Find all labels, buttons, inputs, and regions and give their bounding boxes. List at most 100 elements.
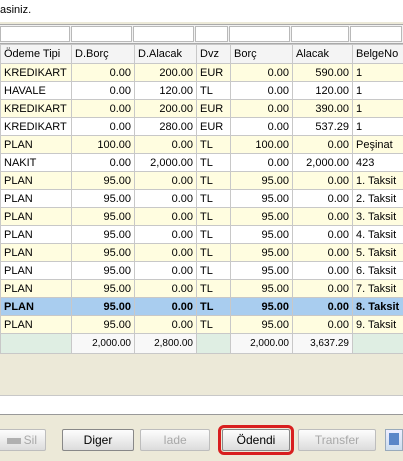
dborc-cell[interactable]: 95.00: [72, 172, 135, 190]
dvz-cell[interactable]: EUR: [197, 64, 231, 82]
dalacak-cell[interactable]: 0.00: [135, 262, 197, 280]
alacak-cell[interactable]: 0.00: [293, 208, 353, 226]
belgeno-cell[interactable]: 6. Taksit: [353, 262, 403, 280]
borc-cell[interactable]: 95.00: [231, 226, 293, 244]
dborc-cell[interactable]: 95.00: [72, 190, 135, 208]
odeme-tipi-cell[interactable]: PLAN: [1, 262, 72, 280]
odeme-tipi-cell[interactable]: PLAN: [1, 298, 72, 316]
col-header-dborc[interactable]: D.Borç: [72, 45, 135, 64]
dborc-cell[interactable]: 100.00: [72, 136, 135, 154]
col-header-odeme-tipi[interactable]: Ödeme Tipi: [1, 45, 72, 64]
table-row[interactable]: PLAN95.000.00TL95.000.001. Taksit: [1, 172, 403, 190]
dalacak-cell[interactable]: 0.00: [135, 298, 197, 316]
table-row[interactable]: PLAN95.000.00TL95.000.005. Taksit: [1, 244, 403, 262]
dalacak-cell[interactable]: 200.00: [135, 64, 197, 82]
borc-cell[interactable]: 0.00: [231, 82, 293, 100]
table-row[interactable]: PLAN95.000.00TL95.000.002. Taksit: [1, 190, 403, 208]
dvz-cell[interactable]: TL: [197, 82, 231, 100]
odeme-tipi-cell[interactable]: PLAN: [1, 172, 72, 190]
table-row[interactable]: NAKIT0.002,000.00TL0.002,000.00423: [1, 154, 403, 172]
borc-cell[interactable]: 95.00: [231, 262, 293, 280]
alacak-cell[interactable]: 590.00: [293, 64, 353, 82]
borc-cell[interactable]: 0.00: [231, 64, 293, 82]
belgeno-cell[interactable]: 1: [353, 82, 403, 100]
borc-cell[interactable]: 95.00: [231, 298, 293, 316]
dborc-cell[interactable]: 95.00: [72, 280, 135, 298]
borc-cell[interactable]: 0.00: [231, 154, 293, 172]
col-header-borc[interactable]: Borç: [231, 45, 293, 64]
dvz-cell[interactable]: TL: [197, 262, 231, 280]
alacak-cell[interactable]: 0.00: [293, 226, 353, 244]
alacak-cell[interactable]: 0.00: [293, 172, 353, 190]
dborc-cell[interactable]: 95.00: [72, 298, 135, 316]
transfer-button[interactable]: Transfer: [298, 429, 376, 451]
borc-cell[interactable]: 95.00: [231, 190, 293, 208]
filter-cell-dvz[interactable]: [195, 26, 228, 42]
odeme-tipi-cell[interactable]: PLAN: [1, 226, 72, 244]
odeme-tipi-cell[interactable]: PLAN: [1, 208, 72, 226]
alacak-cell[interactable]: 2,000.00: [293, 154, 353, 172]
dalacak-cell[interactable]: 0.00: [135, 280, 197, 298]
dvz-cell[interactable]: TL: [197, 298, 231, 316]
dalacak-cell[interactable]: 280.00: [135, 118, 197, 136]
borc-cell[interactable]: 95.00: [231, 208, 293, 226]
dvz-cell[interactable]: TL: [197, 172, 231, 190]
alacak-cell[interactable]: 120.00: [293, 82, 353, 100]
alacak-cell[interactable]: 0.00: [293, 136, 353, 154]
belgeno-cell[interactable]: 1: [353, 118, 403, 136]
belgeno-cell[interactable]: 3. Taksit: [353, 208, 403, 226]
alacak-cell[interactable]: 0.00: [293, 262, 353, 280]
dalacak-cell[interactable]: 0.00: [135, 172, 197, 190]
dborc-cell[interactable]: 95.00: [72, 226, 135, 244]
table-row[interactable]: KREDIKART0.00200.00EUR0.00390.001: [1, 100, 403, 118]
filter-cell-belgeno[interactable]: [350, 26, 402, 42]
dborc-cell[interactable]: 0.00: [72, 118, 135, 136]
belgeno-cell[interactable]: 423: [353, 154, 403, 172]
borc-cell[interactable]: 95.00: [231, 172, 293, 190]
belgeno-cell[interactable]: 1: [353, 100, 403, 118]
alacak-cell[interactable]: 0.00: [293, 190, 353, 208]
odeme-tipi-cell[interactable]: KREDIKART: [1, 118, 72, 136]
dvz-cell[interactable]: TL: [197, 190, 231, 208]
dborc-cell[interactable]: 0.00: [72, 82, 135, 100]
dvz-cell[interactable]: TL: [197, 154, 231, 172]
dborc-cell[interactable]: 95.00: [72, 316, 135, 334]
filter-cell-dalacak[interactable]: [133, 26, 194, 42]
filter-cell-borc[interactable]: [229, 26, 290, 42]
filter-cell-odeme-tipi[interactable]: [0, 26, 70, 42]
dborc-cell[interactable]: 0.00: [72, 100, 135, 118]
odendi-button[interactable]: Ödendi: [222, 429, 290, 451]
dvz-cell[interactable]: EUR: [197, 118, 231, 136]
table-row[interactable]: HAVALE0.00120.00TL0.00120.001: [1, 82, 403, 100]
alacak-cell[interactable]: 0.00: [293, 316, 353, 334]
diger-button[interactable]: Diger: [62, 429, 134, 451]
dalacak-cell[interactable]: 0.00: [135, 136, 197, 154]
dalacak-cell[interactable]: 0.00: [135, 316, 197, 334]
borc-cell[interactable]: 95.00: [231, 244, 293, 262]
print-button[interactable]: [385, 429, 403, 451]
dalacak-cell[interactable]: 0.00: [135, 208, 197, 226]
col-header-dalacak[interactable]: D.Alacak: [135, 45, 197, 64]
dalacak-cell[interactable]: 0.00: [135, 190, 197, 208]
odeme-tipi-cell[interactable]: NAKIT: [1, 154, 72, 172]
table-row[interactable]: PLAN95.000.00TL95.000.009. Taksit: [1, 316, 403, 334]
dborc-cell[interactable]: 0.00: [72, 154, 135, 172]
belgeno-cell[interactable]: 2. Taksit: [353, 190, 403, 208]
belgeno-cell[interactable]: 9. Taksit: [353, 316, 403, 334]
table-row[interactable]: PLAN95.000.00TL95.000.004. Taksit: [1, 226, 403, 244]
belgeno-cell[interactable]: 1. Taksit: [353, 172, 403, 190]
dvz-cell[interactable]: TL: [197, 208, 231, 226]
table-row[interactable]: PLAN95.000.00TL95.000.003. Taksit: [1, 208, 403, 226]
borc-cell[interactable]: 95.00: [231, 316, 293, 334]
table-row[interactable]: PLAN100.000.00TL100.000.00Peşinat: [1, 136, 403, 154]
odeme-tipi-cell[interactable]: PLAN: [1, 136, 72, 154]
alacak-cell[interactable]: 0.00: [293, 280, 353, 298]
belgeno-cell[interactable]: 4. Taksit: [353, 226, 403, 244]
belgeno-cell[interactable]: 8. Taksit: [353, 298, 403, 316]
belgeno-cell[interactable]: 7. Taksit: [353, 280, 403, 298]
odeme-tipi-cell[interactable]: KREDIKART: [1, 64, 72, 82]
table-row[interactable]: KREDIKART0.00280.00EUR0.00537.291: [1, 118, 403, 136]
filter-cell-alacak[interactable]: [291, 26, 350, 42]
belgeno-cell[interactable]: 1: [353, 64, 403, 82]
dvz-cell[interactable]: EUR: [197, 100, 231, 118]
